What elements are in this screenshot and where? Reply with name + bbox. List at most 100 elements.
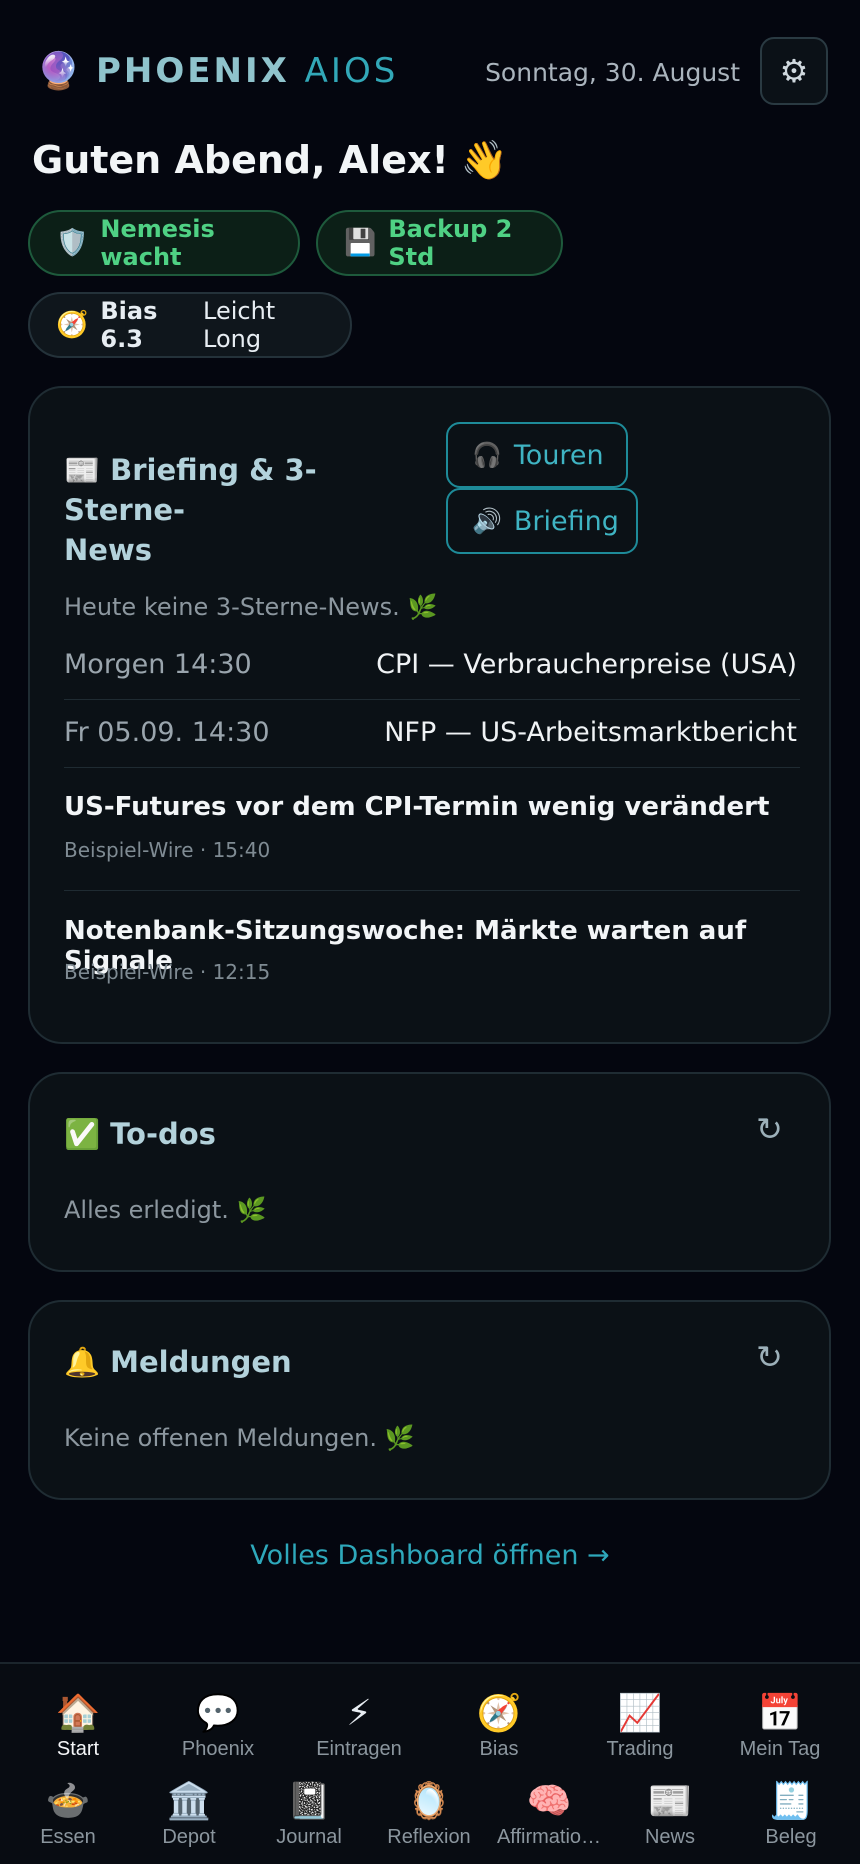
briefing-card: 📰 Briefing & 3-Sterne- News 🎧 Touren 🔊 Br… (28, 386, 831, 1044)
nav-item-journal[interactable]: 📓 Journal (276, 1780, 342, 1849)
nav-label: Affirmatio… (496, 1826, 602, 1848)
notifications-refresh-icon[interactable]: ↻ (756, 1338, 783, 1376)
app-header: 🔮 PHOENIX AIOS Sonntag, 30. August ⚙ (0, 0, 860, 140)
nav-item-essen[interactable]: 🍲 Essen (40, 1780, 96, 1849)
news-meta: Beispiel-Wire · 12:15 (64, 960, 271, 984)
nav-label: Phoenix (181, 1738, 255, 1760)
speaker-icon: 🔊 (472, 507, 502, 535)
compass-icon: 🧭 (476, 1693, 522, 1734)
todos-refresh-icon[interactable]: ↻ (756, 1110, 783, 1148)
divider (64, 699, 800, 700)
nav-label: Journal (276, 1826, 342, 1848)
check-mark-icon: ✅ (64, 1117, 101, 1151)
notifications-empty-label: Keine offenen Meldungen. (64, 1424, 378, 1452)
app-title-main: PHOENIX (96, 51, 290, 91)
nav-item-mein-tag[interactable]: 📅 Mein Tag (740, 1692, 821, 1761)
briefing-title-line1: Briefing & 3-Sterne- (64, 453, 317, 527)
news-title[interactable]: US-Futures vor dem CPI-Termin wenig verä… (64, 792, 769, 822)
nav-item-eintragen[interactable]: ⚡ Eintragen (316, 1692, 402, 1761)
headphones-icon: 🎧 (472, 441, 502, 469)
house-icon: 🏠 (55, 1693, 101, 1734)
speech-bubble-icon: 💬 (195, 1693, 241, 1734)
nav-label: Beleg (765, 1826, 817, 1848)
briefing-audio-button[interactable]: 🔊 Briefing (446, 488, 638, 554)
nav-label: Trading (606, 1738, 674, 1760)
herb-icon: 🌿 (384, 1424, 415, 1452)
todos-empty-label: Alles erledigt. (64, 1196, 229, 1224)
nav-label: Bias (479, 1738, 519, 1760)
notifications-title: 🔔 Meldungen (64, 1342, 292, 1382)
todos-empty-text: Alles erledigt. 🌿 (64, 1196, 266, 1224)
nav-label: Essen (40, 1826, 96, 1848)
classical-building-icon: 🏛️ (166, 1781, 212, 1822)
herb-icon: 🌿 (236, 1196, 267, 1224)
todos-card: ✅ To-dos ↻ Alles erledigt. 🌿 (28, 1072, 831, 1272)
nav-item-news[interactable]: 📰 News (645, 1780, 695, 1849)
briefing-title-line2: News (64, 533, 152, 567)
receipt-icon: 🧾 (768, 1781, 814, 1822)
nav-label: Mein Tag (739, 1738, 821, 1760)
backup-status-pill[interactable]: 💾 Backup 2 Std (316, 210, 563, 276)
notebook-icon: 📓 (286, 1781, 332, 1822)
nav-item-affirmationen[interactable]: 🧠 Affirmatio… (497, 1780, 601, 1849)
bell-icon: 🔔 (64, 1345, 101, 1379)
nav-item-reflexion[interactable]: 🪞 Reflexion (387, 1780, 470, 1849)
event-time: Fr 05.09. 14:30 (64, 717, 270, 748)
brain-icon: 🧠 (526, 1781, 572, 1822)
current-date: Sonntag, 30. August (485, 58, 740, 87)
touren-button[interactable]: 🎧 Touren (446, 422, 628, 488)
nav-label: Reflexion (387, 1826, 471, 1848)
nav-label: Start (56, 1738, 100, 1760)
divider (64, 767, 800, 768)
herb-icon: 🌿 (407, 593, 438, 621)
nav-item-beleg[interactable]: 🧾 Beleg (765, 1780, 816, 1849)
touren-button-label: Touren (513, 439, 604, 471)
nav-label: News (644, 1826, 696, 1848)
event-time: Morgen 14:30 (64, 649, 252, 680)
greeting-heading: Guten Abend, Alex! 👋 (32, 138, 508, 183)
no-three-star-news-label: Heute keine 3-Sterne-News. (64, 593, 400, 621)
floppy-disk-icon: 💾 (344, 228, 377, 258)
settings-button[interactable]: ⚙ (760, 37, 828, 105)
bias-status-pill[interactable]: 🧭 Bias 6.3 Leicht Long (28, 292, 352, 358)
nav-item-start[interactable]: 🏠 Start (56, 1692, 101, 1761)
greeting-text: Guten Abend, Alex! (32, 138, 449, 182)
app-logo[interactable]: 🔮 PHOENIX AIOS (36, 50, 398, 92)
calendar-icon: 📅 (757, 1693, 803, 1734)
compass-icon: 🧭 (56, 310, 89, 340)
pot-of-food-icon: 🍲 (45, 1781, 91, 1822)
notifications-title-label: Meldungen (110, 1345, 292, 1379)
nav-label: Eintragen (316, 1738, 402, 1760)
nav-item-bias[interactable]: 🧭 Bias (477, 1692, 522, 1761)
bias-label: Leicht Long (203, 297, 276, 353)
nav-item-depot[interactable]: 🏛️ Depot (162, 1780, 215, 1849)
crystal-ball-icon: 🔮 (36, 51, 81, 92)
waving-hand-icon: 👋 (460, 138, 509, 182)
no-three-star-news-text: Heute keine 3-Sterne-News. 🌿 (64, 593, 437, 621)
open-full-dashboard-link[interactable]: Volles Dashboard öffnen → (0, 1540, 860, 1571)
nav-item-phoenix[interactable]: 💬 Phoenix (182, 1692, 254, 1761)
nav-item-trading[interactable]: 📈 Trading (606, 1692, 673, 1761)
briefing-audio-button-label: Briefing (513, 505, 619, 537)
chart-increasing-icon: 📈 (617, 1693, 663, 1734)
notifications-card: 🔔 Meldungen ↻ Keine offenen Meldungen. 🌿 (28, 1300, 831, 1500)
mirror-icon: 🪞 (406, 1781, 452, 1822)
nemesis-status-label: Nemesis wacht (100, 215, 215, 271)
todos-title-label: To-dos (110, 1117, 216, 1151)
divider (64, 890, 800, 891)
app-title: PHOENIX AIOS (96, 51, 398, 91)
newspaper-icon: 📰 (647, 1781, 693, 1822)
event-name: NFP — US-Arbeitsmarktbericht (384, 717, 797, 748)
newspaper-icon: 📰 (64, 453, 101, 487)
todos-title: ✅ To-dos (64, 1114, 216, 1154)
gear-icon: ⚙ (779, 52, 809, 90)
nav-label: Depot (162, 1826, 216, 1848)
lightning-icon: ⚡ (346, 1693, 372, 1734)
briefing-title: 📰 Briefing & 3-Sterne- News (64, 450, 424, 570)
news-meta: Beispiel-Wire · 15:40 (64, 838, 271, 862)
app-title-accent: AIOS (304, 51, 399, 91)
shield-icon: 🛡️ (56, 228, 89, 258)
bias-value: Bias 6.3 (100, 297, 158, 353)
nemesis-status-pill[interactable]: 🛡️ Nemesis wacht (28, 210, 300, 276)
notifications-empty-text: Keine offenen Meldungen. 🌿 (64, 1424, 415, 1452)
